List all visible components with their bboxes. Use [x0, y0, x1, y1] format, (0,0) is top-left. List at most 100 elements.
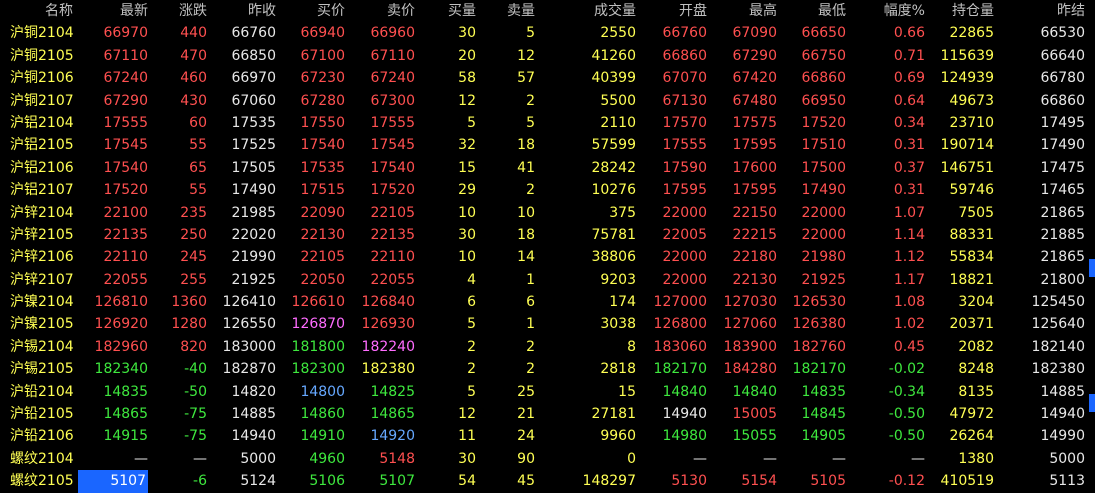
cell-amplitude: — — [911, 450, 925, 467]
cell-low: 126530 — [792, 294, 846, 311]
cell-volume: 41260 — [591, 47, 636, 64]
cell-bid-vol: 54 — [458, 473, 476, 490]
cell-high: 67480 — [732, 92, 777, 109]
scroll-indicator[interactable] — [1089, 259, 1095, 277]
cell-change: 1280 — [171, 316, 207, 333]
cell-prev-close: 67060 — [231, 92, 276, 109]
cell-amplitude: -0.12 — [888, 473, 925, 490]
cell-open: 66860 — [662, 47, 707, 64]
cell-prev-settle: 17465 — [1040, 182, 1085, 199]
table-row[interactable]: 沪锌2104 22100 235 21985 22090 22105 10 10 375 2200… — [0, 202, 1095, 224]
cell-bid: 5106 — [309, 473, 345, 490]
cell-ask: 14825 — [370, 383, 415, 400]
cell-high: 183900 — [723, 338, 777, 355]
cell-open: 5130 — [671, 473, 707, 490]
table-row[interactable]: 螺纹2104— —5000 4960 5148 30 90 0— — — —1380 5000 — [0, 448, 1095, 470]
table-row[interactable]: 沪锡2105 182340 -40 182870 182300 182380 2 2 2818 1… — [0, 358, 1095, 380]
table-row[interactable]: 沪铝2107 17520 55 17490 17515 17520 29 2 10276 1759… — [0, 179, 1095, 201]
table-row[interactable]: 沪铅2106 14915 -75 14940 14910 14920 11 24 9960 149… — [0, 425, 1095, 447]
table-row[interactable]: 沪锌2106 22110 245 21990 22105 22110 10 14 38806 22… — [0, 246, 1095, 268]
cell-high: 22150 — [732, 204, 777, 221]
cell-latest: 5107 — [78, 470, 148, 493]
header-high[interactable]: 最高 — [707, 0, 777, 22]
cell-ask: 22135 — [370, 226, 415, 243]
cell-high: 17595 — [732, 137, 777, 154]
header-open-interest[interactable]: 持仓量 — [926, 0, 994, 22]
cell-amplitude: 1.14 — [893, 226, 925, 243]
header-name[interactable]: 名称 — [0, 0, 73, 22]
table-row[interactable]: 沪铜2106 67240 460 66970 67230 67240 58 57 40399 67… — [0, 67, 1095, 89]
table-row[interactable]: 沪镍2105 126920 1280 126550 126870 126930 5 1 3038… — [0, 313, 1095, 335]
cell-change: -6 — [193, 473, 207, 490]
cell-volume: 28242 — [591, 159, 636, 176]
header-bid[interactable]: 买价 — [277, 0, 345, 22]
header-ask-vol[interactable]: 卖量 — [485, 0, 535, 22]
cell-bid: 182300 — [291, 361, 345, 378]
cell-bid: 181800 — [291, 338, 345, 355]
cell-change: -75 — [184, 428, 207, 445]
cell-volume: 5500 — [600, 92, 636, 109]
cell-bid: 22090 — [300, 204, 345, 221]
cell-prev-close: 14940 — [231, 428, 276, 445]
cell-ask-vol: 14 — [517, 249, 535, 266]
header-change[interactable]: 涨跌 — [149, 0, 207, 22]
table-row[interactable]: 沪镍2104 126810 1360 126410 126610 126840 6 6 174 1… — [0, 291, 1095, 313]
cell-ask-vol: 2 — [526, 361, 535, 378]
cell-high: 17595 — [732, 182, 777, 199]
cell-bid: 126870 — [291, 316, 345, 333]
table-row[interactable]: 沪铜2107 67290 430 67060 67280 67300 12 2 5500 6713… — [0, 90, 1095, 112]
scroll-indicator[interactable] — [1089, 394, 1095, 412]
cell-prev-close: 17505 — [231, 159, 276, 176]
table-row[interactable]: 沪铅2105 14865 -75 14885 14860 14865 12 21 27181 14… — [0, 403, 1095, 425]
table-row[interactable]: 沪铝2106 17540 65 17505 17535 17540 15 41 28242 175… — [0, 157, 1095, 179]
table-row[interactable]: 沪铜2104 66970 440 66760 66940 66960 30 5 2550 6676… — [0, 22, 1095, 44]
cell-open-interest: 18821 — [949, 271, 994, 288]
cell-change: 245 — [180, 249, 207, 266]
header-ask[interactable]: 卖价 — [347, 0, 415, 22]
cell-prev-close: 22020 — [231, 226, 276, 243]
header-amplitude[interactable]: 幅度% — [853, 0, 925, 22]
header-open[interactable]: 开盘 — [637, 0, 707, 22]
table-row[interactable]: 沪铝2104 17555 60 17535 17550 17555 5 5 2110 17570 1… — [0, 112, 1095, 134]
cell-ask-vol: 5 — [526, 25, 535, 42]
cell-prev-settle: 182140 — [1031, 338, 1085, 355]
cell-open-interest: 124939 — [940, 70, 994, 87]
cell-open: 17595 — [662, 182, 707, 199]
cell-low: 17500 — [801, 159, 846, 176]
header-low[interactable]: 最低 — [778, 0, 846, 22]
header-prev-settle[interactable]: 昨结 — [1005, 0, 1085, 22]
cell-ask-vol: 1 — [526, 316, 535, 333]
cell-latest: 22110 — [103, 249, 148, 266]
cell-bid: 67230 — [300, 70, 345, 87]
header-prev-close[interactable]: 昨收 — [208, 0, 276, 22]
cell-prev-settle: 21800 — [1040, 271, 1085, 288]
cell-ask: 5148 — [379, 450, 415, 467]
cell-ask: 5107 — [379, 473, 415, 490]
cell-prev-settle: 66640 — [1040, 47, 1085, 64]
cell-change: 55 — [189, 137, 207, 154]
cell-bid: 14860 — [300, 406, 345, 423]
cell-latest: 14835 — [103, 383, 148, 400]
cell-low: 66750 — [801, 47, 846, 64]
table-row[interactable]: 沪锌2107 22055 255 21925 22050 22055 4 1 9203 22000… — [0, 269, 1095, 291]
table-row[interactable]: 螺纹2105 5107 -6 5124 5106 5107 54 45 148297 5130 51… — [0, 470, 1095, 493]
cell-volume: 2550 — [600, 25, 636, 42]
cell-open: 22000 — [662, 249, 707, 266]
header-volume[interactable]: 成交量 — [546, 0, 636, 22]
table-row[interactable]: 沪锌2105 22135 250 22020 22130 22135 30 18 75781 22… — [0, 224, 1095, 246]
cell-bid-vol: 5 — [467, 316, 476, 333]
header-bid-vol[interactable]: 买量 — [426, 0, 476, 22]
cell-latest: 22100 — [103, 204, 148, 221]
table-row[interactable]: 沪铝2105 17545 55 17525 17540 17545 32 18 57599 175… — [0, 134, 1095, 156]
cell-low: 66860 — [801, 70, 846, 87]
cell-open-interest: 190714 — [940, 137, 994, 154]
table-row[interactable]: 沪铅2104 14835 -50 14820 14800 14825 5 25 15 14840 1… — [0, 381, 1095, 403]
cell-ask-vol: 21 — [517, 406, 535, 423]
table-row[interactable]: 沪锡2104 182960 820 183000 181800 182240 2 2 8 1830… — [0, 336, 1095, 358]
cell-ask: 17555 — [370, 114, 415, 131]
cell-amplitude: 0.37 — [893, 159, 925, 176]
cell-prev-settle: 21865 — [1040, 249, 1085, 266]
cell-open-interest: 49673 — [949, 92, 994, 109]
header-latest[interactable]: 最新 — [80, 0, 148, 22]
table-row[interactable]: 沪铜2105 67110 470 66850 67100 67110 20 12 41260 66… — [0, 45, 1095, 67]
